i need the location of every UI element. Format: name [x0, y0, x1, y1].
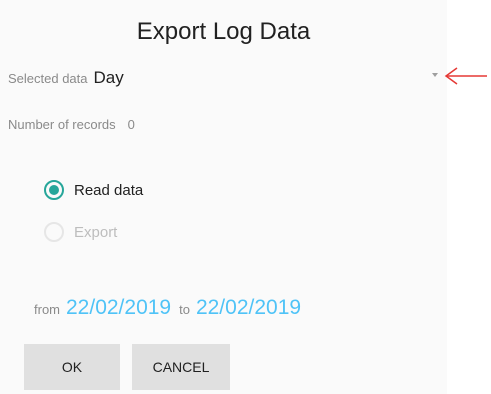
export-log-dialog: Export Log Data Selected data Day Number… — [0, 0, 447, 394]
radio-export[interactable]: Export — [44, 222, 117, 242]
to-date-field[interactable]: 22/02/2019 — [196, 296, 301, 320]
radio-read-data[interactable]: Read data — [44, 180, 143, 200]
radio-export-label: Export — [74, 223, 118, 241]
cancel-button[interactable]: CANCEL — [132, 344, 230, 390]
radio-unchecked-icon[interactable] — [44, 222, 64, 242]
selected-data-label: Selected data — [8, 71, 88, 86]
number-of-records-value: 0 — [127, 117, 135, 132]
number-of-records-label: Number of records — [8, 117, 116, 132]
ok-button[interactable]: OK — [24, 344, 120, 390]
to-label: to — [179, 302, 190, 317]
from-label: from — [34, 302, 60, 317]
selected-data-value[interactable]: Day — [94, 68, 124, 88]
dialog-title: Export Log Data — [136, 18, 311, 45]
number-of-records-row: Number of records 0 — [8, 117, 135, 132]
radio-checked-icon[interactable] — [44, 180, 64, 200]
dropdown-caret-icon[interactable] — [432, 73, 438, 77]
red-arrow-icon — [444, 67, 487, 85]
selected-data-spinner[interactable]: Selected data Day — [8, 68, 124, 88]
radio-read-data-label: Read data — [74, 181, 144, 199]
date-range-row: from 22/02/2019 to 22/02/2019 — [34, 296, 309, 320]
from-date-field[interactable]: 22/02/2019 — [66, 296, 171, 320]
